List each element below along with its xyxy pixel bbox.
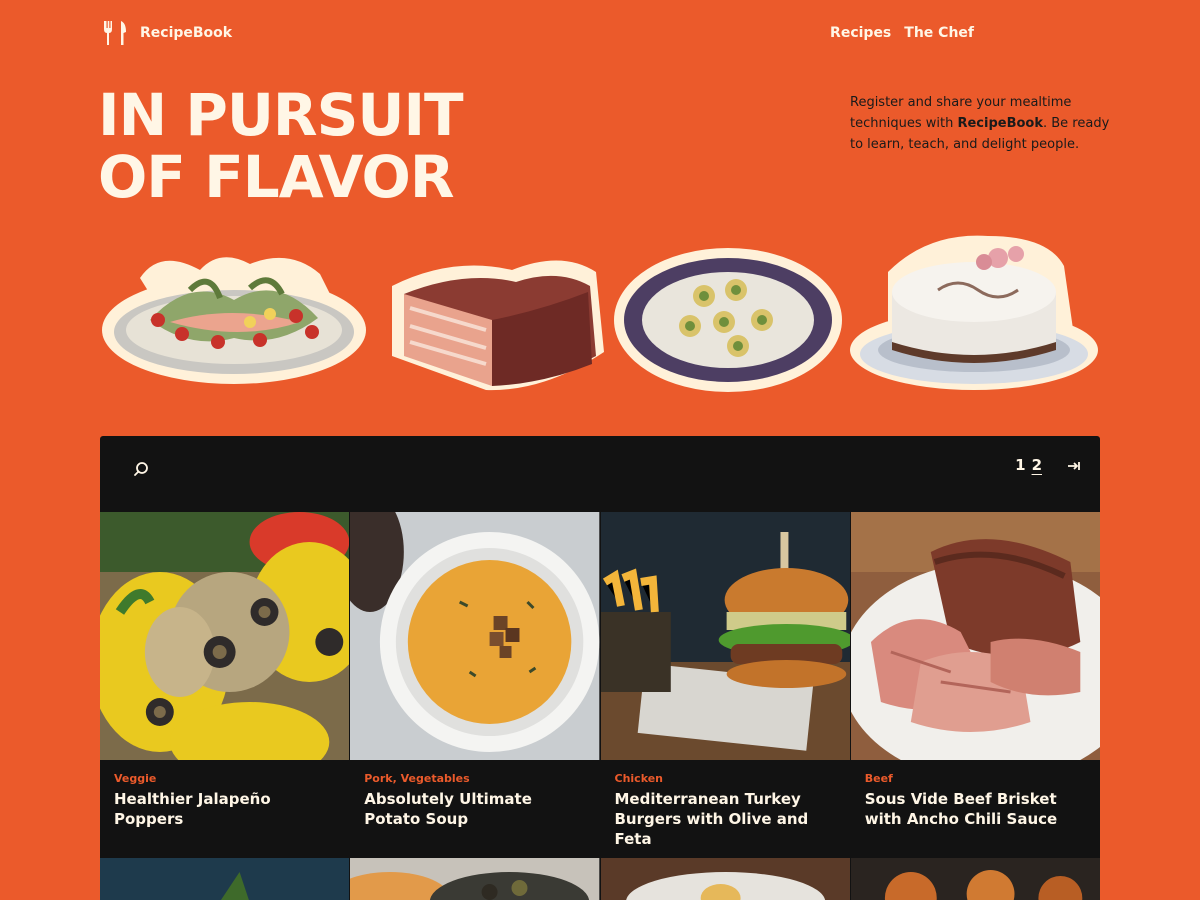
top-bar: RecipeBook Recipes The Chef (100, 18, 1100, 50)
salmon-platter-sticker (102, 257, 366, 384)
nav-the-chef[interactable]: The Chef (904, 25, 974, 41)
recipe-title[interactable]: Absolutely Ultimate Potato Soup (364, 789, 585, 829)
canapes-plate-sticker (614, 248, 842, 392)
recipe-image[interactable] (600, 858, 850, 900)
bacon-slab-sticker (392, 260, 604, 391)
brand-name: RecipeBook (140, 25, 233, 41)
search-icon[interactable] (130, 458, 152, 480)
food-stickers (100, 232, 1100, 392)
recipe-image-burger-fries[interactable] (600, 512, 850, 760)
recipe-image-potato-soup[interactable] (350, 512, 600, 760)
recipe-card[interactable] (350, 858, 600, 900)
pagination: 1 2 (1013, 456, 1044, 474)
recipe-category[interactable]: Chicken (615, 772, 836, 785)
brand-logo-link[interactable]: RecipeBook (100, 18, 232, 48)
hero-title: IN PURSUIT OF FLAVOR (98, 81, 464, 211)
recipe-title[interactable]: Mediterranean Turkey Burgers with Olive … (615, 789, 836, 849)
recipe-card[interactable] (100, 858, 350, 900)
fork-knife-icon (104, 21, 126, 45)
recipe-image[interactable] (100, 858, 350, 900)
recipe-category[interactable]: Pork, Vegetables (364, 772, 585, 785)
recipe-title[interactable]: Healthier Jalapeño Poppers (114, 789, 335, 829)
recipe-card-body: Beef Sous Vide Beef Brisket with Ancho C… (851, 760, 1100, 856)
page-1-link[interactable]: 1 (1013, 456, 1027, 474)
recipe-image[interactable] (850, 858, 1100, 900)
recipe-image[interactable] (350, 858, 600, 900)
recipe-category[interactable]: Beef (865, 772, 1086, 785)
recipe-image-sliced-brisket[interactable] (850, 512, 1100, 760)
cake-sticker (850, 235, 1098, 390)
recipe-card[interactable]: Beef Sous Vide Beef Brisket with Ancho C… (850, 512, 1100, 856)
recipe-card[interactable]: Chicken Mediterranean Turkey Burgers wit… (600, 512, 850, 856)
recipe-title[interactable]: Sous Vide Beef Brisket with Ancho Chili … (865, 789, 1086, 829)
hero-title-line-2: OF FLAVOR (98, 143, 454, 211)
recipe-card[interactable] (600, 858, 850, 900)
intro-text: Register and share your mealtime techniq… (850, 92, 1110, 155)
recipe-grid-next-row (100, 858, 1100, 900)
recipe-card-body: Pork, Vegetables Absolutely Ultimate Pot… (350, 760, 599, 856)
intro-brand: RecipeBook (957, 116, 1043, 131)
recipe-grid: Veggie Healthier Jalapeño Poppers Pork, … (100, 512, 1100, 856)
recipe-category[interactable]: Veggie (114, 772, 335, 785)
main-nav: Recipes The Chef (830, 25, 974, 41)
recipe-card-body: Chicken Mediterranean Turkey Burgers wit… (601, 760, 850, 856)
recipe-card[interactable]: Pork, Vegetables Absolutely Ultimate Pot… (350, 512, 600, 856)
recipes-panel: 1 2 Veggie Healthier Jalapeño Poppers Po… (100, 436, 1100, 900)
nav-recipes[interactable]: Recipes (830, 25, 891, 41)
recipe-card[interactable] (850, 858, 1100, 900)
recipe-image-stuffed-peppers[interactable] (100, 512, 350, 760)
hero-title-line-1: IN PURSUIT (98, 81, 464, 149)
recipe-card[interactable]: Veggie Healthier Jalapeño Poppers (100, 512, 350, 856)
last-page-icon[interactable] (1066, 458, 1082, 474)
recipe-card-body: Veggie Healthier Jalapeño Poppers (100, 760, 349, 856)
page-2-link[interactable]: 2 (1030, 456, 1044, 474)
